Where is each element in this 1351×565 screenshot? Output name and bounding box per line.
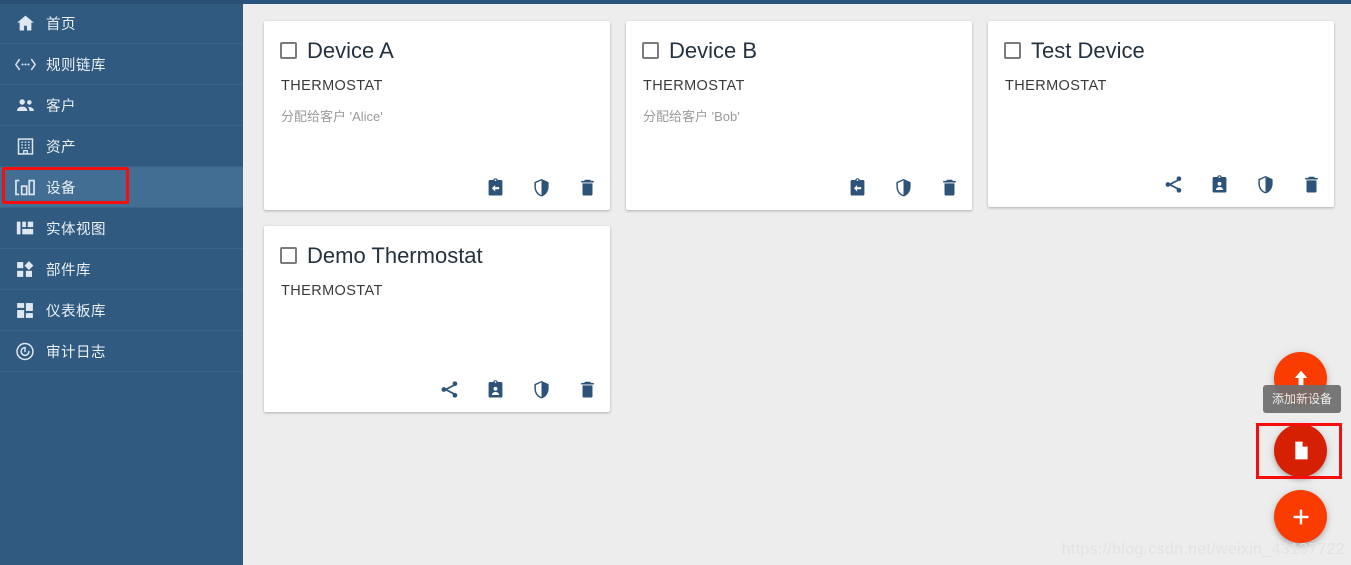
widgets-icon [8, 257, 42, 281]
shield-icon[interactable] [528, 376, 554, 402]
shield-icon[interactable] [528, 174, 554, 200]
sidebar-item-customers[interactable]: 客户 [0, 85, 243, 126]
sidebar-item-label: 设备 [46, 180, 76, 197]
sidebar-item-home[interactable]: 首页 [0, 3, 243, 44]
assets-icon [8, 134, 42, 158]
file-icon [1289, 439, 1312, 462]
device-assignment: 分配给客户 'Bob' [643, 109, 740, 124]
device-select-checkbox[interactable] [642, 42, 659, 59]
delete-icon[interactable] [1298, 171, 1324, 197]
delete-icon[interactable] [574, 174, 600, 200]
card-actions [482, 174, 600, 200]
top-strip-right [243, 0, 1351, 3]
card-actions [844, 174, 962, 200]
shield-icon[interactable] [890, 174, 916, 200]
sidebar-item-devices[interactable]: 设备 [0, 167, 243, 208]
sidebar-item-label: 部件库 [46, 262, 91, 279]
sidebar-item-label: 审计日志 [46, 344, 106, 361]
delete-icon[interactable] [574, 376, 600, 402]
shield-icon[interactable] [1252, 171, 1278, 197]
device-title: Demo Thermostat [307, 243, 483, 268]
sidebar-item-entityviews[interactable]: 实体视图 [0, 208, 243, 249]
sidebar-item-label: 资产 [46, 139, 76, 156]
card-actions [436, 376, 600, 402]
card-header: Test Device [1004, 37, 1318, 67]
device-title: Test Device [1031, 38, 1145, 63]
device-card-grid: Device A THERMOSTAT 分配给客户 'Alice' Device… [264, 21, 1351, 412]
device-select-checkbox[interactable] [280, 42, 297, 59]
sidebar-item-label: 客户 [46, 98, 76, 115]
sidebar-item-label: 首页 [46, 16, 76, 33]
device-type: THERMOSTAT [281, 283, 383, 299]
assign-icon[interactable] [482, 376, 508, 402]
card-actions [1160, 171, 1324, 197]
card-header: Device A [280, 37, 594, 67]
device-type: THERMOSTAT [281, 78, 383, 94]
card-header: Device B [642, 37, 956, 67]
device-title: Device A [307, 38, 394, 63]
device-assignment: 分配给客户 'Alice' [281, 109, 383, 124]
app-root: 首页 规则链库 客户 资产 设备 实体视图 部件库 仪表板库 审计日志 Devi… [0, 0, 1351, 565]
dashboards-icon [8, 298, 42, 322]
customers-icon [8, 93, 42, 117]
sidebar-item-label: 仪表板库 [46, 303, 106, 320]
delete-icon[interactable] [936, 174, 962, 200]
sidebar-item-label: 规则链库 [46, 57, 106, 74]
plus-icon [1289, 505, 1313, 529]
sidebar-item-widgets[interactable]: 部件库 [0, 249, 243, 290]
card-header: Demo Thermostat [280, 242, 594, 272]
devices-icon [8, 175, 42, 199]
auditlog-icon [8, 339, 42, 363]
device-select-checkbox[interactable] [1004, 42, 1021, 59]
add-device-fab[interactable] [1274, 490, 1327, 543]
sidebar-item-assets[interactable]: 资产 [0, 126, 243, 167]
entityview-icon [8, 216, 42, 240]
device-card[interactable]: Demo Thermostat THERMOSTAT [264, 226, 610, 412]
watermark: https://blog.csdn.net/weixin_43137722 [1061, 541, 1345, 558]
unassign-icon[interactable] [844, 174, 870, 200]
device-type: THERMOSTAT [643, 78, 745, 94]
sidebar: 首页 规则链库 客户 资产 设备 实体视图 部件库 仪表板库 审计日志 [0, 0, 243, 565]
device-card[interactable]: Test Device THERMOSTAT [988, 21, 1334, 207]
device-card[interactable]: Device B THERMOSTAT 分配给客户 'Bob' [626, 21, 972, 210]
add-device-from-file-fab[interactable] [1274, 424, 1327, 477]
sidebar-item-rulechains[interactable]: 规则链库 [0, 44, 243, 85]
home-icon [8, 11, 42, 35]
device-type: THERMOSTAT [1005, 78, 1107, 94]
share-icon[interactable] [1160, 171, 1186, 197]
sidebar-item-label: 实体视图 [46, 221, 106, 238]
share-icon[interactable] [436, 376, 462, 402]
sidebar-item-auditlogs[interactable]: 审计日志 [0, 331, 243, 372]
device-card[interactable]: Device A THERMOSTAT 分配给客户 'Alice' [264, 21, 610, 210]
rulechain-icon [8, 52, 42, 76]
assign-icon[interactable] [1206, 171, 1232, 197]
main-content: Device A THERMOSTAT 分配给客户 'Alice' Device… [243, 0, 1351, 565]
unassign-icon[interactable] [482, 174, 508, 200]
device-select-checkbox[interactable] [280, 247, 297, 264]
sidebar-item-dashboards[interactable]: 仪表板库 [0, 290, 243, 331]
fab-tooltip: 添加新设备 [1262, 385, 1341, 413]
device-title: Device B [669, 38, 758, 63]
